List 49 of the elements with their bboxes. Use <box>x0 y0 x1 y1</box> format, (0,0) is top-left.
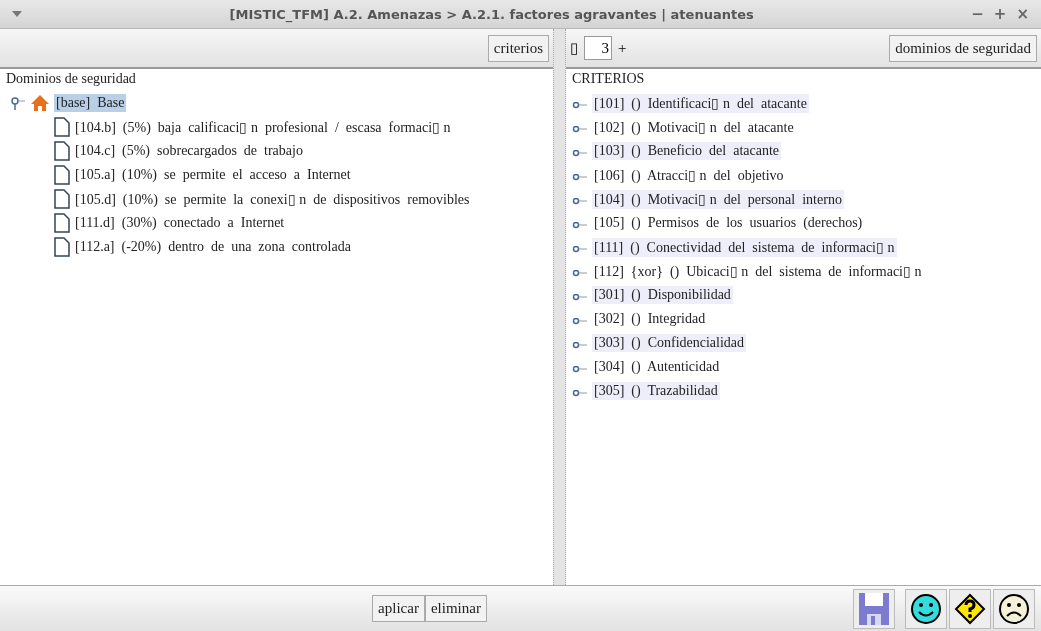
tree-item[interactable]: [105.a] (10%) se permite el acceso a Internet <box>73 166 353 184</box>
increment-button[interactable]: + <box>618 39 627 57</box>
criterios-button[interactable]: criterios <box>487 34 549 62</box>
tree-item[interactable]: [105.d] (10%) se permite la conexi▯ n de dispositivos removibles <box>73 189 472 209</box>
tree-item[interactable]: [301] () Disponibilidad <box>592 286 733 304</box>
document-icon <box>54 213 70 233</box>
tree-item[interactable]: [105] () Permisos de los usuarios (derechos) <box>592 214 865 232</box>
happy-button[interactable] <box>905 588 947 629</box>
tree-heading: Dominios de seguridad <box>6 71 137 87</box>
document-icon <box>54 165 70 185</box>
tree-item[interactable]: [111] () Conectividad del sistema de informaci▯ n <box>592 237 897 257</box>
document-icon <box>54 189 70 209</box>
depth-field[interactable]: 3 <box>584 36 612 60</box>
tree-item[interactable]: [base] Base <box>54 94 127 112</box>
question-button[interactable] <box>949 588 991 629</box>
tree-item[interactable]: [102] () Motivaci▯ n del atacante <box>592 117 796 137</box>
tree-item[interactable]: [303] () Confidencialidad <box>592 334 747 352</box>
save-button[interactable] <box>853 588 895 629</box>
tree-item[interactable]: [302] () Integridad <box>592 310 708 328</box>
help-sign-icon <box>954 592 986 625</box>
tree-item[interactable]: [104] () Motivaci▯ n del personal interno <box>592 189 844 209</box>
decrement-button[interactable]: ▯ <box>570 39 578 57</box>
close-button[interactable]: × <box>1016 5 1029 23</box>
tree-item[interactable]: [104.c] (5%) sobrecargados de trabajo <box>73 142 305 160</box>
maximize-button[interactable]: + <box>993 5 1007 23</box>
tree-heading: CRITERIOS <box>572 71 646 87</box>
document-icon <box>54 141 70 161</box>
tree-item[interactable]: [101] () Identificaci▯ n del atacante <box>592 93 809 113</box>
dominios-button[interactable]: dominios de seguridad <box>889 34 1037 62</box>
expanded-node-icon[interactable] <box>10 96 26 110</box>
tree-item[interactable]: [106] () Atracci▯ n del objetivo <box>592 165 786 185</box>
tree-item[interactable]: [305] () Trazabilidad <box>592 382 720 400</box>
sad-face-icon <box>998 592 1030 625</box>
apply-button[interactable]: aplicar <box>372 595 425 622</box>
tree-item[interactable]: [112] {xor} () Ubicaci▯ n del sistema de informaci▯ n <box>592 261 924 281</box>
tree-item[interactable]: [304] () Autenticidad <box>592 358 722 376</box>
smiley-face-icon <box>910 592 942 625</box>
sad-button[interactable] <box>993 588 1035 629</box>
delete-button[interactable]: eliminar <box>424 595 487 622</box>
tree-item[interactable]: [112.a] (-20%) dentro de una zona controlada <box>73 238 353 256</box>
tree-item[interactable]: [104.b] (5%) baja calificaci▯ n profesional / escasa formaci▯ n <box>73 117 453 137</box>
window-menu-icon[interactable] <box>12 11 22 17</box>
house-icon <box>30 94 50 112</box>
document-icon <box>54 117 70 137</box>
tree-item[interactable]: [111.d] (30%) conectado a Internet <box>73 214 287 232</box>
minimize-button[interactable]: − <box>971 5 984 23</box>
document-icon <box>54 237 70 257</box>
tree-item[interactable]: [103] () Beneficio del atacante <box>592 142 782 160</box>
window-title: [MISTIC_TFM] A.2. Amenazas > A.2.1. factores agravantes | atenuantes <box>228 6 755 22</box>
